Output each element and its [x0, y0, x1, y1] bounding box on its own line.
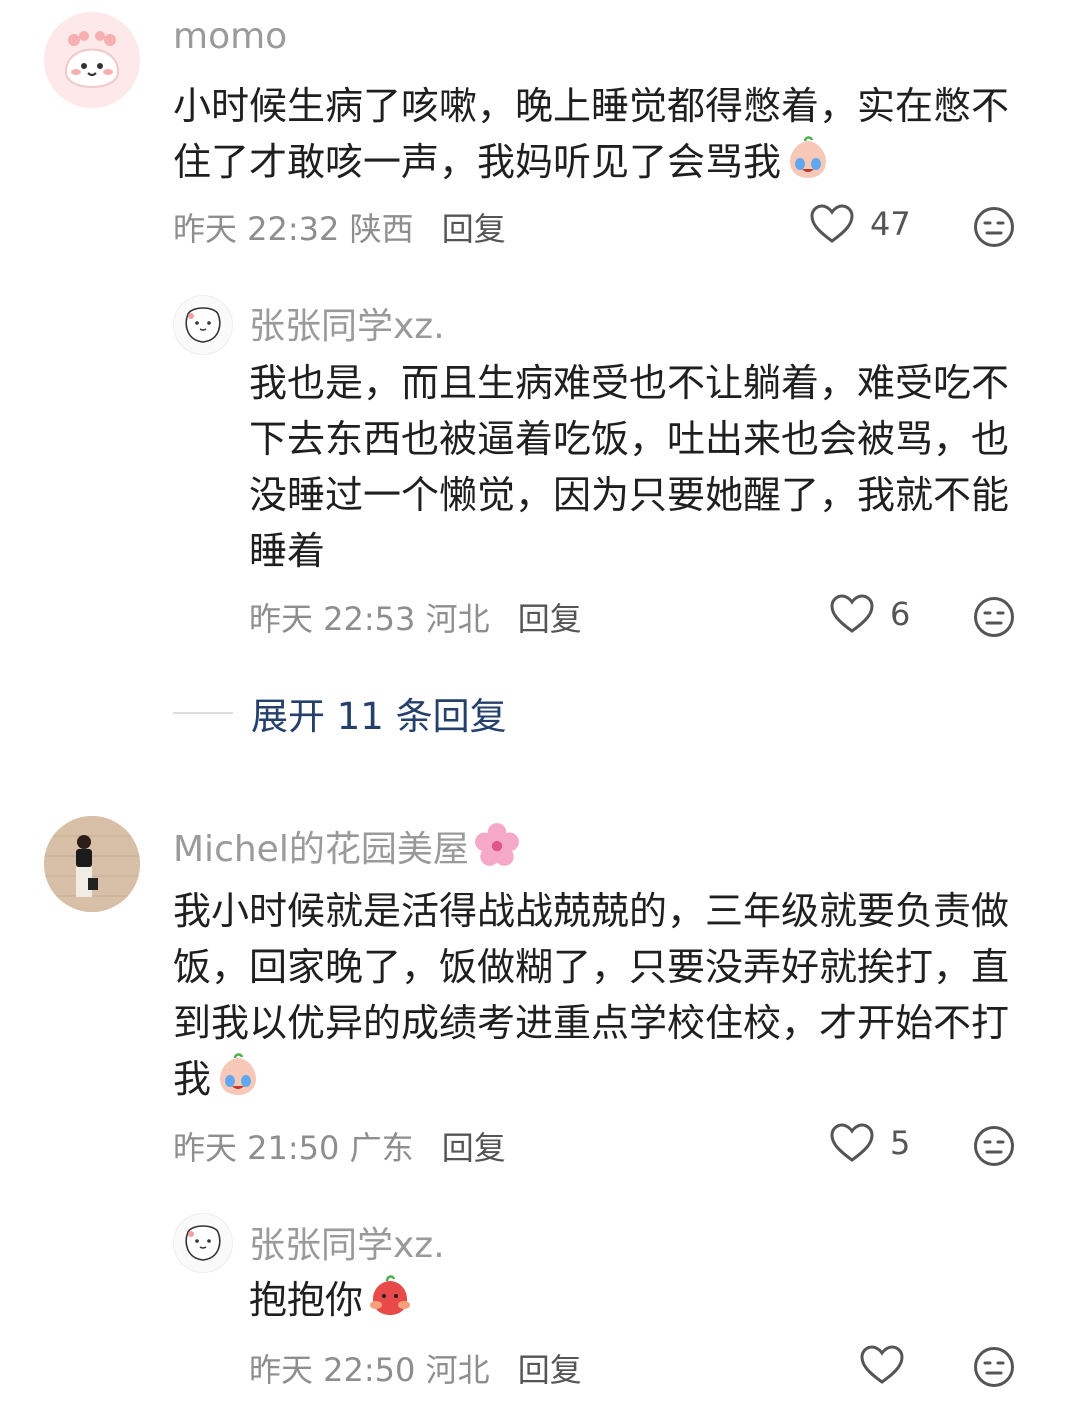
timestamp: 昨天 21:50 [173, 1129, 340, 1167]
username[interactable]: 张张同学xz. [249, 1216, 445, 1268]
reaction-face-icon[interactable] [973, 1125, 1015, 1167]
reply-text: 抱抱你 [249, 1272, 1019, 1328]
crying-peach-emoji [785, 135, 831, 181]
username[interactable]: momo [173, 16, 287, 57]
expand-replies-label: 展开 11 条回复 [251, 695, 507, 738]
like-count: 6 [890, 595, 911, 633]
heart-icon [830, 1123, 874, 1163]
username[interactable]: Michel的花园美屋 [173, 820, 521, 872]
username[interactable]: 张张同学xz. [249, 297, 445, 349]
crying-peach-emoji [215, 1052, 261, 1098]
like-button[interactable]: 5 [830, 1123, 910, 1163]
reply-text: 我也是，而且生病难受也不让躺着，难受吃不下去东西也被逼着吃饭，吐出来也会被骂，也… [249, 361, 1010, 573]
hug-peach-emoji [367, 1273, 413, 1319]
timestamp: 昨天 22:53 [249, 600, 416, 638]
divider [173, 712, 233, 714]
reply-button[interactable]: 回复 [518, 600, 582, 638]
comment-text: 小时候生病了咳嗽，晚上睡觉都得憋着，实在憋不住了才敢咳一声，我妈听见了会骂我 [173, 84, 1010, 184]
comment-text: 我小时候就是活得战战兢兢的，三年级就要负责做饭，回家晚了，饭做糊了，只要没弄好就… [173, 889, 1010, 1101]
location: 河北 [425, 1351, 490, 1389]
reply-button[interactable]: 回复 [442, 1129, 506, 1167]
heart-icon [860, 1345, 904, 1385]
avatar[interactable] [173, 295, 233, 355]
timestamp: 昨天 22:32 [173, 210, 340, 248]
reply-button[interactable]: 回复 [518, 1351, 582, 1389]
comment-meta: 昨天 21:50 广东 回复 [173, 1123, 506, 1169]
like-count: 47 [870, 205, 911, 243]
avatar[interactable] [44, 816, 140, 912]
like-button[interactable]: 6 [830, 594, 910, 634]
like-button[interactable]: 47 [810, 204, 911, 244]
heart-icon [810, 204, 854, 244]
timestamp: 昨天 22:50 [249, 1351, 416, 1389]
comment-meta: 昨天 22:32 陕西 回复 [173, 204, 506, 250]
heart-icon [830, 594, 874, 634]
avatar[interactable] [173, 1213, 233, 1273]
reply-meta: 昨天 22:53 河北 回复 [249, 594, 582, 640]
avatar[interactable] [44, 12, 140, 108]
like-count: 5 [890, 1124, 911, 1162]
expand-replies-button[interactable]: 展开 11 条回复 [173, 686, 507, 740]
reply-meta: 昨天 22:50 河北 回复 [249, 1345, 582, 1391]
reaction-face-icon[interactable] [973, 1346, 1015, 1388]
location: 河北 [425, 600, 490, 638]
reply-button[interactable]: 回复 [442, 210, 506, 248]
reaction-face-icon[interactable] [973, 206, 1015, 248]
location: 广东 [349, 1129, 414, 1167]
like-button[interactable] [860, 1345, 904, 1385]
reaction-face-icon[interactable] [973, 596, 1015, 638]
cherry-blossom-emoji [473, 821, 521, 869]
location: 陕西 [349, 210, 414, 248]
